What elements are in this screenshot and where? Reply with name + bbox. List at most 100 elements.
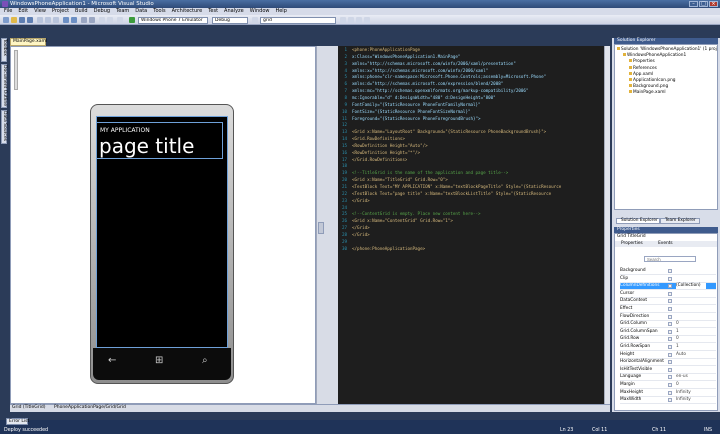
property-marker-icon[interactable]	[668, 360, 672, 365]
code-line[interactable]: FontFamily="{StaticResource PhoneFontFam…	[352, 102, 481, 107]
code-line[interactable]: </phone:PhoneApplicationPage>	[352, 246, 425, 251]
property-row[interactable]: IsHitTestVisible	[620, 367, 716, 374]
code-line[interactable]: <!--TitleGrid is the name of the applica…	[352, 170, 508, 175]
menu-help[interactable]: Help	[275, 8, 286, 15]
solution-tree-item[interactable]: Properties	[629, 59, 655, 64]
code-line[interactable]: xmlns:phone="clr-namespace:Microsoft.Pho…	[352, 74, 546, 79]
menu-project[interactable]: Project	[52, 8, 69, 15]
menu-edit[interactable]: Edit	[18, 8, 28, 15]
minimize-button[interactable]: –	[689, 1, 698, 7]
property-row[interactable]: Margin 0	[620, 382, 716, 389]
tab-solution-explorer[interactable]: Solution Explorer	[616, 218, 660, 224]
code-line[interactable]: FontSize="{StaticResource PhoneFontSizeN…	[352, 109, 471, 114]
code-line[interactable]: Foreground="{StaticResource PhoneForegro…	[352, 116, 481, 121]
code-line[interactable]: <phone:PhoneApplicationPage	[352, 47, 420, 52]
menu-build[interactable]: Build	[75, 8, 88, 15]
property-marker-icon[interactable]	[668, 269, 672, 273]
save-all-icon[interactable]	[27, 17, 33, 23]
open-file-icon[interactable]	[11, 17, 17, 23]
property-row[interactable]: Language en-us	[620, 374, 716, 382]
menu-test[interactable]: Test	[208, 8, 218, 15]
properties-icon[interactable]	[348, 17, 354, 23]
property-row[interactable]: Grid.Row 0	[620, 336, 716, 344]
element-path[interactable]: PhoneApplicationPage/Grid/Grid	[54, 405, 126, 411]
property-value[interactable]: Infinity	[676, 397, 691, 403]
code-line[interactable]: <RowDefinition Height="*"/>	[352, 150, 420, 155]
property-marker-icon[interactable]	[668, 276, 672, 281]
close-button[interactable]: ×	[709, 1, 718, 7]
menu-data[interactable]: Data	[135, 8, 147, 15]
code-line[interactable]: </Grid>	[352, 198, 370, 203]
code-line[interactable]: x:Class="WindowsPhoneApplication1.MainPa…	[352, 54, 460, 59]
search-icon[interactable]: ⌕	[202, 356, 208, 366]
solution-explorer-icon[interactable]	[340, 17, 346, 23]
code-line[interactable]: mc:Ignorable="d" d:DesignWidth="480" d:D…	[352, 95, 496, 100]
menu-analyze[interactable]: Analyze	[224, 8, 244, 15]
properties-search-input[interactable]	[644, 256, 696, 262]
property-marker-icon[interactable]	[668, 367, 672, 372]
code-line[interactable]: </Grid>	[352, 225, 370, 230]
menu-window[interactable]: Window	[250, 8, 270, 15]
property-marker-icon[interactable]	[668, 398, 672, 403]
solution-tree-item[interactable]: MainPage.xaml	[629, 90, 666, 95]
toolbox-icon[interactable]	[356, 17, 362, 23]
code-line[interactable]: <!--ContentGrid is empty. Place new cont…	[352, 211, 481, 216]
code-line[interactable]: <Grid x:Name="TitleGrid" Grid.Row="0">	[352, 177, 448, 182]
property-row[interactable]: Grid.Column 0	[620, 321, 716, 329]
property-row[interactable]: MaxWidth Infinity	[620, 397, 716, 405]
menu-architecture[interactable]: Architecture	[172, 8, 203, 15]
sync-icon[interactable]	[99, 17, 105, 23]
property-row[interactable]: Cursor	[620, 291, 716, 298]
property-marker-icon[interactable]	[668, 345, 672, 349]
property-row[interactable]: Effect	[620, 306, 716, 313]
code-line[interactable]: <Grid x:Name="LayoutRoot" Background="{S…	[352, 129, 546, 134]
zoom-slider[interactable]	[14, 50, 18, 90]
new-project-icon[interactable]	[3, 17, 9, 23]
navigate-back-icon[interactable]	[81, 17, 87, 23]
code-line[interactable]: </Grid.RowDefinitions>	[352, 157, 407, 162]
back-arrow-icon[interactable]: ←	[108, 356, 116, 366]
code-line[interactable]: </Grid>	[352, 232, 370, 237]
property-marker-icon[interactable]	[668, 352, 672, 357]
property-row[interactable]: Grid.RowSpan 1	[620, 344, 716, 351]
code-line[interactable]: xmlns:x="http://schemas.microsoft.com/wi…	[352, 68, 488, 73]
property-marker-icon[interactable]	[668, 307, 672, 311]
property-marker-icon[interactable]	[668, 383, 672, 387]
menu-debug[interactable]: Debug	[94, 8, 110, 15]
bookmark-icon[interactable]	[107, 17, 113, 23]
property-value[interactable]: Infinity	[676, 390, 691, 396]
property-value[interactable]: Auto	[676, 352, 686, 358]
navigate-forward-icon[interactable]	[89, 17, 95, 23]
property-marker-icon[interactable]	[668, 390, 672, 395]
find-box[interactable]: grid	[260, 16, 336, 24]
property-marker-icon[interactable]	[668, 337, 672, 342]
code-line[interactable]: xmlns:d="http://schemas.microsoft.com/ex…	[352, 81, 503, 86]
property-row[interactable]: DataContext	[620, 298, 716, 306]
start-page-icon[interactable]	[364, 17, 370, 23]
save-icon[interactable]	[19, 17, 25, 23]
code-line[interactable]: <TextBlock Text="MY APPLICATION" x:Name=…	[352, 184, 561, 189]
solution-tree-item[interactable]: App.xaml	[629, 71, 653, 77]
code-line[interactable]: <Grid.RowDefinitions>	[352, 136, 405, 141]
property-value[interactable]: 0	[676, 321, 679, 327]
paste-icon[interactable]	[53, 17, 59, 23]
code-line[interactable]: <TextBlock Text="page title" x:Name="tex…	[352, 191, 551, 196]
copy-icon[interactable]	[45, 17, 51, 23]
solution-tree-item[interactable]: References	[629, 65, 657, 71]
windows-start-icon[interactable]: ⊞	[155, 356, 163, 366]
property-row[interactable]: ColumnDefinitions (Collection)	[620, 283, 716, 291]
property-row[interactable]: HorizontalAlignment	[620, 359, 716, 367]
tab-toolbox[interactable]: Toolbox	[1, 38, 7, 62]
selected-element-breadcrumb[interactable]: Grid (TitleGrid)	[12, 405, 45, 411]
property-value[interactable]: 0	[676, 382, 679, 388]
tab-data-sources[interactable]: Data Sources	[1, 110, 7, 144]
target-device-select[interactable]: Windows Phone 7 Emulator	[138, 16, 208, 24]
menu-file[interactable]: File	[4, 8, 12, 15]
solution-tree-item[interactable]: WindowsPhoneApplication1	[623, 53, 686, 58]
menu-team[interactable]: Team	[116, 8, 129, 15]
undo-icon[interactable]	[63, 17, 69, 23]
property-marker-icon[interactable]	[668, 329, 672, 334]
menu-tools[interactable]: Tools	[153, 8, 165, 15]
code-line[interactable]: xmlns="http://schemas.microsoft.com/winf…	[352, 61, 516, 66]
property-row[interactable]: FlowDirection	[620, 314, 716, 321]
